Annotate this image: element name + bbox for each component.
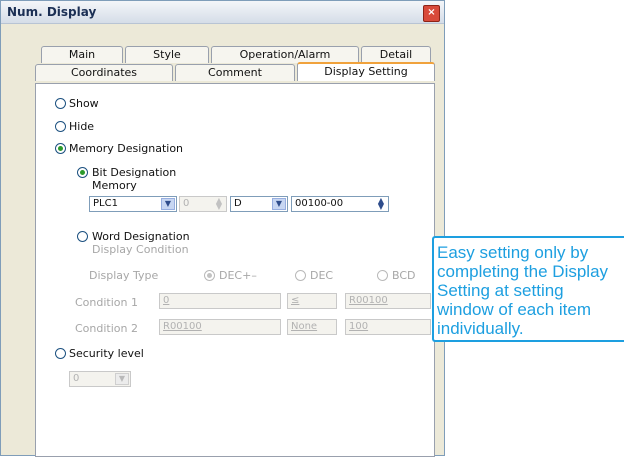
word-designation-radio[interactable] (77, 231, 88, 242)
security-level-value: 0 (73, 373, 80, 384)
condition-1-operator-field[interactable]: ≤ (287, 293, 337, 309)
condition-2-value-field[interactable]: R00100 (159, 319, 281, 335)
tab-coordinates[interactable]: Coordinates (35, 64, 173, 81)
callout-text: Easy setting only by completing the Disp… (437, 243, 609, 338)
device-value: D (234, 198, 242, 209)
bit-designation-label: Bit Designation (92, 166, 177, 179)
show-label: Show (69, 97, 99, 110)
spin-arrows-icon: ▲ ▼ (215, 196, 223, 211)
condition-2-operator-field[interactable]: None (287, 319, 337, 335)
condition-1-reference-field[interactable]: R00100 (345, 293, 431, 309)
security-level-select[interactable]: 0 ▼ (69, 371, 131, 387)
security-level-label: Security level (69, 347, 144, 360)
bit-designation-radio[interactable] (77, 167, 88, 178)
tab-main[interactable]: Main (41, 46, 123, 63)
address-stepper[interactable]: 00100-00 ▲ ▼ (291, 196, 389, 212)
memory-label: Memory (92, 179, 137, 192)
device-select[interactable]: D ▼ (230, 196, 288, 212)
show-radio[interactable] (55, 98, 66, 109)
address-value: 00100-00 (295, 198, 344, 209)
security-level-radio[interactable] (55, 348, 66, 359)
display-condition-label: Display Condition (92, 243, 189, 256)
tab-display-setting[interactable]: Display Setting (297, 62, 435, 81)
condition-2-reference-field[interactable]: 100 (345, 319, 431, 335)
bcd-radio[interactable] (377, 270, 388, 281)
chevron-down-icon: ▼ (115, 373, 129, 385)
memory-designation-radio[interactable] (55, 143, 66, 154)
word-designation-label: Word Designation (92, 230, 190, 243)
window-title: Num. Display (7, 5, 97, 19)
chevron-down-icon: ▼ (161, 198, 175, 210)
info-callout: Easy setting only by completing the Disp… (432, 236, 624, 342)
tab-comment[interactable]: Comment (175, 64, 295, 81)
station-value: 0 (183, 198, 190, 209)
plc-value: PLC1 (93, 198, 118, 209)
chevron-down-icon: ▼ (272, 198, 286, 210)
dec-signed-label: DEC+– (219, 269, 257, 282)
condition-1-value-field[interactable]: 0 (159, 293, 281, 309)
tab-operation-alarm[interactable]: Operation/Alarm (211, 46, 359, 63)
bcd-label: BCD (392, 269, 416, 282)
title-bar[interactable]: Num. Display × (1, 1, 444, 24)
dec-radio[interactable] (295, 270, 306, 281)
memory-designation-label: Memory Designation (69, 142, 184, 155)
hide-label: Hide (69, 120, 95, 133)
close-icon[interactable]: × (423, 5, 440, 22)
dec-label: DEC (310, 269, 334, 282)
condition-1-label: Condition 1 (75, 296, 138, 309)
spin-arrows-icon: ▲ ▼ (377, 196, 385, 211)
hide-radio[interactable] (55, 121, 66, 132)
condition-2-label: Condition 2 (75, 322, 138, 335)
tab-style[interactable]: Style (125, 46, 209, 63)
plc-select[interactable]: PLC1 ▼ (89, 196, 177, 212)
station-stepper[interactable]: 0 ▲ ▼ (179, 196, 227, 212)
num-display-dialog: Num. Display × Main Style Operation/Alar… (0, 0, 445, 457)
display-type-label: Display Type (89, 269, 159, 282)
dec-signed-radio[interactable] (204, 270, 215, 281)
tab-detail[interactable]: Detail (361, 46, 431, 63)
